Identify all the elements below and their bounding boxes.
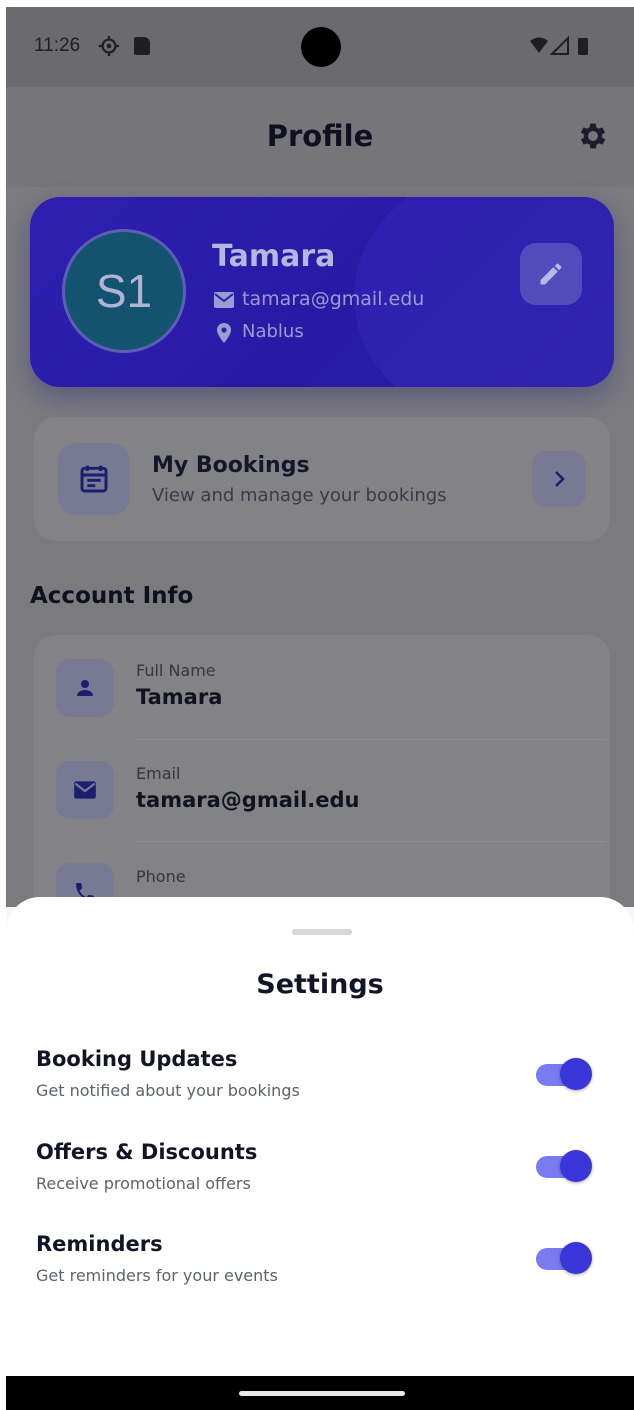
- offers-discounts-subtitle: Receive promotional offers: [36, 1174, 251, 1193]
- app-screen: 11:26 Profile S1 Tamara tamara@gmail.edu…: [6, 7, 634, 1410]
- booking-updates-title: Booking Updates: [36, 1047, 238, 1071]
- divider: [136, 739, 606, 740]
- pencil-icon: [540, 263, 562, 285]
- offers-discounts-toggle[interactable]: [536, 1150, 592, 1182]
- reminders-toggle[interactable]: [536, 1242, 592, 1274]
- bookings-arrow-button[interactable]: [532, 451, 586, 507]
- offers-discounts-title: Offers & Discounts: [36, 1140, 258, 1164]
- email-icon-box: [56, 761, 114, 819]
- toggle-knob: [560, 1058, 592, 1090]
- edit-profile-button[interactable]: [520, 243, 582, 305]
- avatar-initials: S1: [95, 265, 153, 317]
- page-title: Profile: [266, 119, 374, 153]
- phone-label: Phone: [136, 867, 186, 886]
- calendar-icon: [80, 465, 108, 493]
- person-icon: [77, 680, 93, 696]
- profile-name: Tamara: [212, 239, 336, 274]
- bookings-icon-box: [58, 443, 130, 515]
- home-gesture-handle[interactable]: [239, 1391, 405, 1396]
- status-icons: [530, 35, 588, 55]
- wifi-icon: [530, 37, 548, 53]
- bookings-subtitle: View and manage your bookings: [152, 485, 447, 506]
- toggle-knob: [560, 1242, 592, 1274]
- full-name-label: Full Name: [136, 661, 216, 680]
- profile-email: tamara@gmail.edu: [242, 288, 425, 310]
- toggle-knob: [560, 1150, 592, 1182]
- battery-icon: [578, 38, 588, 55]
- settings-gear-icon[interactable]: [576, 119, 610, 153]
- reminders-subtitle: Get reminders for your events: [36, 1266, 278, 1285]
- full-name-value: Tamara: [136, 685, 223, 709]
- location-pin-icon: [217, 323, 231, 343]
- mail-icon: [214, 292, 234, 308]
- account-info-heading: Account Info: [30, 583, 194, 609]
- bookings-title: My Bookings: [152, 453, 310, 478]
- sd-card-icon: [134, 37, 150, 55]
- booking-updates-subtitle: Get notified about your bookings: [36, 1081, 300, 1100]
- reminders-title: Reminders: [36, 1232, 163, 1256]
- chevron-right-icon: [555, 471, 565, 487]
- booking-updates-toggle[interactable]: [536, 1058, 592, 1090]
- email-label: Email: [136, 764, 181, 783]
- person-icon-box: [56, 659, 114, 717]
- account-info-card: [34, 635, 610, 935]
- signal-icon: [549, 35, 569, 55]
- email-value: tamara@gmail.edu: [136, 788, 360, 812]
- sheet-drag-handle[interactable]: [292, 929, 352, 935]
- settings-notification-icon: [98, 35, 120, 57]
- mail-icon: [74, 781, 96, 799]
- status-time: 11:26: [34, 35, 81, 56]
- camera-cutout: [301, 27, 341, 67]
- profile-location: Nablus: [242, 321, 304, 342]
- divider: [136, 841, 606, 842]
- settings-title: Settings: [256, 969, 384, 1000]
